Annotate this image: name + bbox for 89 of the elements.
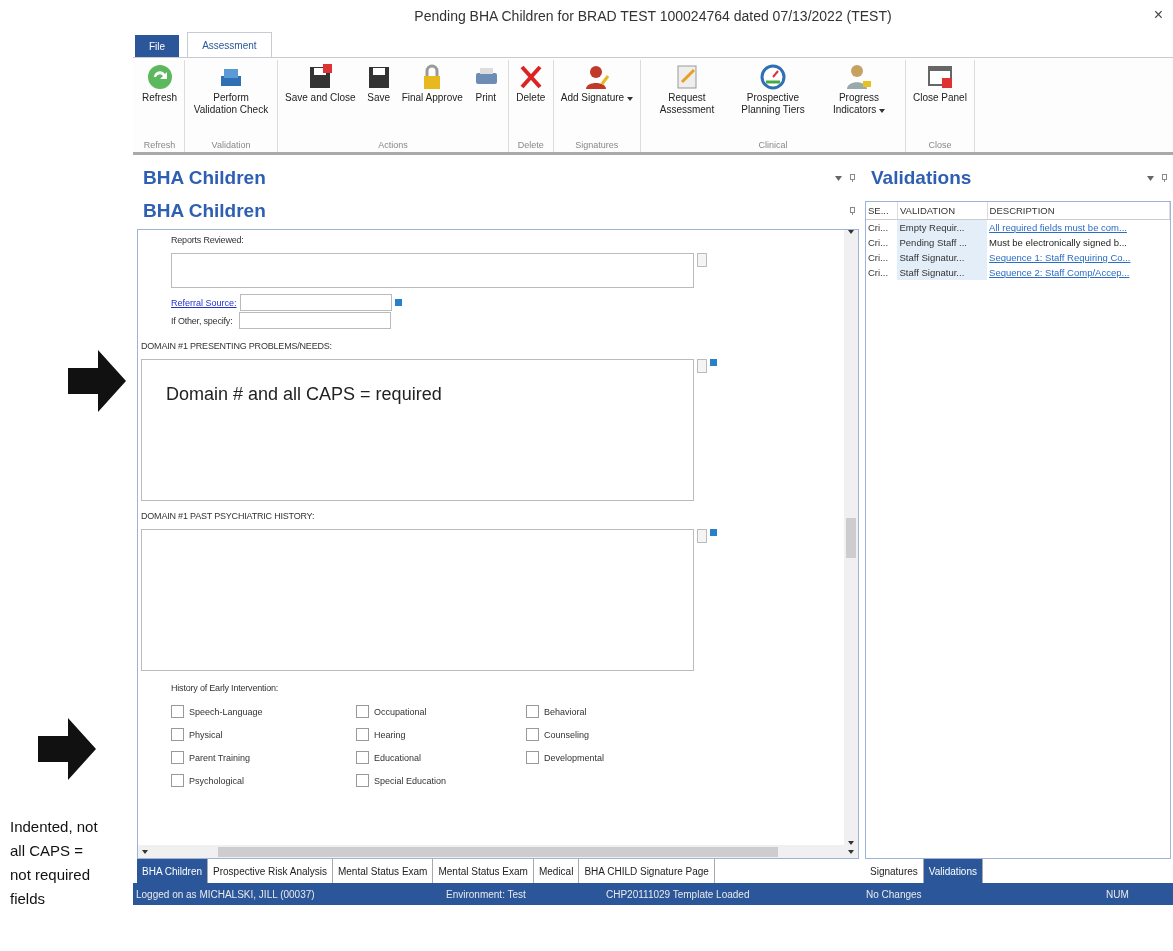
- checkbox-option[interactable]: Physical: [171, 726, 356, 743]
- ribbon-button[interactable]: Refresh: [139, 60, 180, 140]
- ribbon-button[interactable]: Close Panel: [909, 60, 970, 140]
- group-label: Signatures: [575, 140, 619, 152]
- status-text: Logged on as MICHALSKI, JILL (00037): [135, 888, 316, 900]
- checkbox-option[interactable]: Educational: [356, 749, 526, 766]
- status-text: Environment: Test: [445, 888, 527, 900]
- table-cell: Cri...: [866, 235, 898, 250]
- description-link[interactable]: Sequence 1: Staff Requiring Co...: [987, 250, 1170, 265]
- ribbon-button[interactable]: Add Signature: [557, 60, 636, 140]
- status-text: CHP20111029 Template Loaded: [605, 888, 751, 900]
- side-button-icon[interactable]: [697, 359, 707, 373]
- document-tab[interactable]: BHA Children: [137, 859, 209, 883]
- table-cell: Must be electronically signed b...: [987, 235, 1170, 250]
- side-button-icon[interactable]: [697, 253, 707, 267]
- field-label: DOMAIN #1 PRESENTING PROBLEMS/NEEDS:: [141, 341, 332, 351]
- checkbox-option[interactable]: Special Education: [356, 772, 526, 789]
- pin-icon[interactable]: [1162, 174, 1167, 182]
- side-button-icon[interactable]: [697, 529, 707, 543]
- domain-field[interactable]: Domain # and all CAPS = required: [141, 359, 694, 501]
- table-cell: Staff Signatur...: [897, 250, 988, 265]
- field-label: Reports Reviewed:: [171, 235, 245, 245]
- status-text: NUM: [1105, 888, 1130, 900]
- table-cell: Cri...: [866, 265, 898, 280]
- group-label: Clinical: [758, 140, 788, 152]
- pane-title: Validations: [871, 167, 972, 189]
- ribbon-tab[interactable]: File: [135, 35, 180, 57]
- checkbox-option[interactable]: Occupational: [356, 703, 526, 720]
- ribbon-button[interactable]: Save: [360, 60, 397, 140]
- referral-source-field[interactable]: [239, 294, 392, 311]
- group-label: Delete: [517, 140, 544, 152]
- caret-icon: [835, 175, 842, 181]
- close-button[interactable]: ×: [1149, 6, 1167, 24]
- ribbon-button[interactable]: Final Approve: [398, 60, 466, 140]
- scrollbar-thumb[interactable]: [218, 846, 778, 857]
- field-label: If Other, specify:: [171, 315, 233, 326]
- arrow-icon: [68, 350, 126, 412]
- pin-icon[interactable]: [850, 207, 855, 215]
- arrow-icon: [38, 718, 96, 780]
- info-icon[interactable]: [394, 299, 402, 306]
- pane-tab[interactable]: Validations: [923, 859, 983, 883]
- group-label: Validation: [211, 140, 251, 152]
- ribbon-button[interactable]: Print: [467, 60, 504, 140]
- column-header[interactable]: DESCRIPTION: [987, 202, 1170, 220]
- ribbon-button[interactable]: Delete: [512, 60, 549, 140]
- annotation-note: Indented, not all CAPS = not required fields: [10, 817, 99, 909]
- ribbon-button[interactable]: Prospective Planning Tiers: [730, 60, 815, 140]
- description-link[interactable]: All required fields must be com...: [987, 219, 1170, 235]
- ribbon-button[interactable]: Request Assessment: [644, 60, 729, 140]
- horizontal-scrollbar[interactable]: [138, 845, 858, 858]
- column-header[interactable]: SE...: [866, 202, 898, 220]
- table-cell: Pending Staff ...: [897, 235, 988, 250]
- vertical-scrollbar[interactable]: [844, 230, 858, 845]
- status-text: No Changes: [865, 888, 923, 900]
- caret-icon: [879, 109, 885, 113]
- caret-icon: [1147, 175, 1154, 181]
- form-title: BHA Children: [143, 200, 266, 222]
- ribbon-button[interactable]: Progress Indicators: [816, 60, 901, 140]
- caret-icon: [142, 849, 148, 854]
- window-title: Pending BHA Children for BRAD TEST 100024764 dated 07/13/2022 (TEST): [414, 8, 892, 24]
- group-label: Actions: [378, 140, 408, 152]
- description-link[interactable]: Sequence 2: Staff Comp/Accep...: [987, 265, 1170, 280]
- checkbox-option[interactable]: Psychological: [171, 772, 356, 789]
- caret-icon: [626, 97, 633, 101]
- checkbox-option[interactable]: Counseling: [526, 726, 646, 743]
- pane-title: BHA Children: [143, 167, 266, 189]
- other-field[interactable]: [239, 312, 392, 329]
- table-cell: Staff Signatur...: [897, 265, 988, 280]
- checkbox-option[interactable]: Developmental: [526, 749, 646, 766]
- ribbon-button[interactable]: Save and Close: [282, 60, 359, 140]
- caret-icon: [848, 230, 854, 234]
- checkbox-option[interactable]: Behavioral: [526, 703, 646, 720]
- field-label: History of Early Intervention:: [171, 683, 279, 693]
- ribbon-button[interactable]: Perform Validation Check: [189, 60, 273, 140]
- referral-source-link[interactable]: Referral Source:: [171, 297, 237, 308]
- field-label: DOMAIN #1 PAST PSYCHIATRIC HISTORY:: [141, 511, 315, 521]
- group-label: Refresh: [143, 140, 176, 152]
- column-header[interactable]: VALIDATION: [897, 202, 988, 220]
- checkbox-option[interactable]: Speech-Language: [171, 703, 356, 720]
- checkbox-option[interactable]: Parent Training: [171, 749, 356, 766]
- reports-reviewed-field[interactable]: [171, 253, 694, 288]
- table-cell: Cri...: [866, 250, 898, 265]
- domain-field[interactable]: [141, 529, 694, 671]
- checkbox-option[interactable]: Hearing: [356, 726, 526, 743]
- group-label: Close: [928, 140, 952, 152]
- pin-icon[interactable]: [850, 174, 855, 182]
- scrollbar-thumb[interactable]: [846, 517, 856, 558]
- table-cell: Cri...: [866, 219, 898, 235]
- ribbon-tab[interactable]: Assessment: [187, 32, 272, 57]
